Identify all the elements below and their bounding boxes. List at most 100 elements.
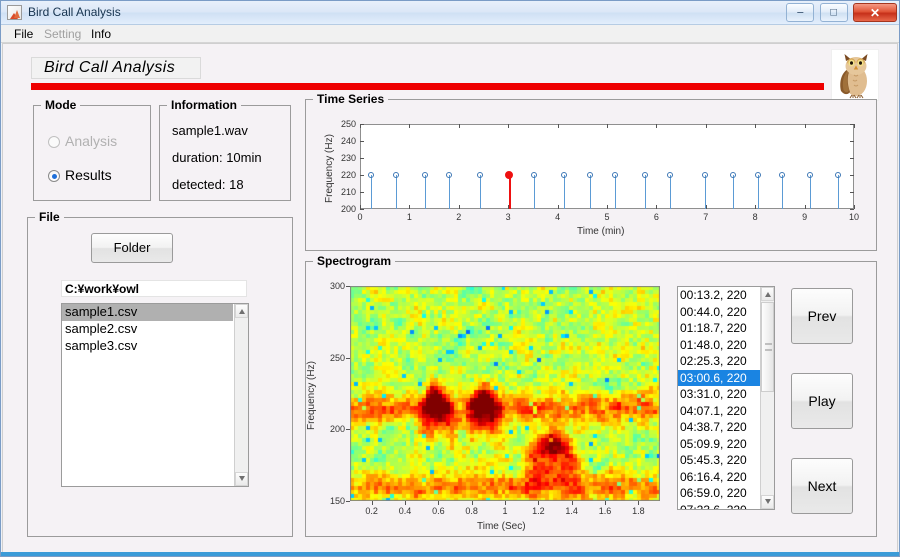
maximize-button[interactable]: □ xyxy=(819,3,848,22)
detection-list-item[interactable]: 01:18.7, 220 xyxy=(678,320,760,337)
menu-bar: File Setting Info xyxy=(1,25,899,43)
time-series-legend: Time Series xyxy=(313,92,389,106)
detection-list-item[interactable]: 03:31.0, 220 xyxy=(678,386,760,403)
list-item[interactable]: sample1.csv xyxy=(62,304,233,321)
play-button-label: Play xyxy=(808,393,836,409)
radio-results-circle[interactable] xyxy=(48,170,60,182)
stem-marker[interactable] xyxy=(421,172,428,178)
folder-path-field[interactable]: C:¥work¥owl xyxy=(61,280,247,297)
detection-list-item[interactable]: 04:38.7, 220 xyxy=(678,419,760,436)
banner-red-bar xyxy=(31,83,824,90)
x-axis-title: Time (Sec) xyxy=(477,521,526,532)
list-item[interactable]: sample3.csv xyxy=(62,338,233,355)
detection-list-item[interactable]: 07:23.6, 220 xyxy=(678,502,760,510)
stem-marker[interactable] xyxy=(445,172,452,178)
stem-line xyxy=(479,175,481,209)
detection-list-item[interactable]: 04:07.1, 220 xyxy=(678,403,760,420)
detection-list-item[interactable]: 00:13.2, 220 xyxy=(678,287,760,304)
x-axis-tick-label: 0.2 xyxy=(365,506,378,516)
minimize-button[interactable]: – xyxy=(786,3,815,22)
menu-item-info[interactable]: Info xyxy=(88,27,114,41)
x-axis-tick xyxy=(557,124,559,128)
menu-item-file[interactable]: File xyxy=(11,27,36,41)
stem-marker[interactable] xyxy=(641,172,648,178)
stem-marker[interactable] xyxy=(701,172,708,178)
x-axis-tick xyxy=(505,501,506,505)
window-title: Bird Call Analysis xyxy=(28,5,121,19)
next-button[interactable]: Next xyxy=(791,458,853,514)
stem-marker[interactable] xyxy=(754,172,761,178)
detection-list-item[interactable]: 05:09.9, 220 xyxy=(678,436,760,453)
close-icon: ✕ xyxy=(869,5,881,20)
prev-button-label: Prev xyxy=(807,308,837,324)
stem-line xyxy=(508,175,511,209)
folder-button[interactable]: Folder xyxy=(91,233,173,263)
stem-line xyxy=(669,175,671,209)
scroll-down-icon[interactable] xyxy=(235,472,248,486)
scroll-up-icon[interactable] xyxy=(235,304,248,318)
detection-list-item[interactable]: 02:25.3, 220 xyxy=(678,353,760,370)
file-listbox[interactable]: sample1.csv sample2.csv sample3.csv xyxy=(61,303,249,487)
stem-line xyxy=(704,175,706,209)
prev-button[interactable]: Prev xyxy=(791,288,853,344)
stem-line xyxy=(644,175,646,209)
y-axis-tick xyxy=(346,357,350,359)
title-bar: Bird Call Analysis – □ ✕ xyxy=(1,1,899,25)
detection-list-item[interactable]: 06:59.0, 220 xyxy=(678,485,760,502)
next-button-label: Next xyxy=(807,478,837,494)
detection-list-scrollbar[interactable] xyxy=(760,287,774,509)
x-axis-tick xyxy=(458,205,460,209)
detection-list-item[interactable]: 05:45.3, 220 xyxy=(678,452,760,469)
stem-marker[interactable] xyxy=(806,172,813,178)
file-list-scrollbar[interactable] xyxy=(234,304,248,486)
list-item[interactable]: sample2.csv xyxy=(62,321,233,338)
scroll-down-icon[interactable] xyxy=(761,495,774,509)
stem-marker[interactable] xyxy=(476,172,483,178)
stem-marker[interactable] xyxy=(560,172,567,178)
x-axis-tick-label: 1.2 xyxy=(532,506,545,516)
x-axis-tick xyxy=(755,124,757,128)
stem-line xyxy=(589,175,591,209)
stem-line xyxy=(563,175,565,209)
scroll-up-icon[interactable] xyxy=(761,287,774,301)
play-button[interactable]: Play xyxy=(791,373,853,429)
y-axis-tick-label: 150 xyxy=(329,496,345,506)
stem-marker[interactable] xyxy=(393,172,400,178)
stem-line xyxy=(615,175,617,209)
x-axis-tick-label: 1.8 xyxy=(632,506,645,516)
x-axis-tick-label: 8 xyxy=(752,212,758,222)
y-axis-tick xyxy=(360,209,364,210)
close-button[interactable]: ✕ xyxy=(853,3,897,22)
x-axis-tick xyxy=(854,205,855,209)
x-axis-tick xyxy=(755,205,757,209)
file-legend: File xyxy=(35,210,64,224)
stem-marker[interactable] xyxy=(367,172,374,178)
stem-marker[interactable] xyxy=(530,172,537,178)
y-axis-tick xyxy=(346,501,350,502)
scroll-thumb[interactable] xyxy=(761,302,774,392)
info-filename: sample1.wav xyxy=(172,123,248,138)
stem-line xyxy=(448,175,450,209)
stem-line xyxy=(757,175,759,209)
x-axis-tick-label: 5 xyxy=(604,212,610,222)
detection-list-item[interactable]: 00:44.0, 220 xyxy=(678,304,760,321)
x-axis-tick-label: 0.8 xyxy=(465,506,478,516)
x-axis-tick-label: 7 xyxy=(703,212,709,222)
y-axis-title: Frequency (Hz) xyxy=(306,360,317,430)
x-axis-tick-label: 1 xyxy=(502,506,508,516)
x-axis-tick-label: 2 xyxy=(456,212,462,222)
y-axis-tick xyxy=(850,158,854,159)
stem-line xyxy=(370,175,372,209)
detection-list-item[interactable]: 01:48.0, 220 xyxy=(678,337,760,354)
y-axis-tick xyxy=(360,175,364,176)
stem-marker[interactable] xyxy=(666,172,673,178)
detection-list-item[interactable]: 06:16.4, 220 xyxy=(678,469,760,486)
stem-line xyxy=(396,175,398,209)
stem-marker[interactable] xyxy=(586,172,593,178)
detection-list-item[interactable]: 03:00.6, 220 xyxy=(678,369,760,386)
x-axis-tick xyxy=(854,124,855,128)
banner-title: Bird Call Analysis xyxy=(31,57,201,79)
stem-line xyxy=(533,175,535,209)
detection-listbox[interactable]: 00:13.2, 220 00:44.0, 220 01:18.7, 220 01:4… xyxy=(677,286,775,510)
mode-legend: Mode xyxy=(41,98,81,112)
